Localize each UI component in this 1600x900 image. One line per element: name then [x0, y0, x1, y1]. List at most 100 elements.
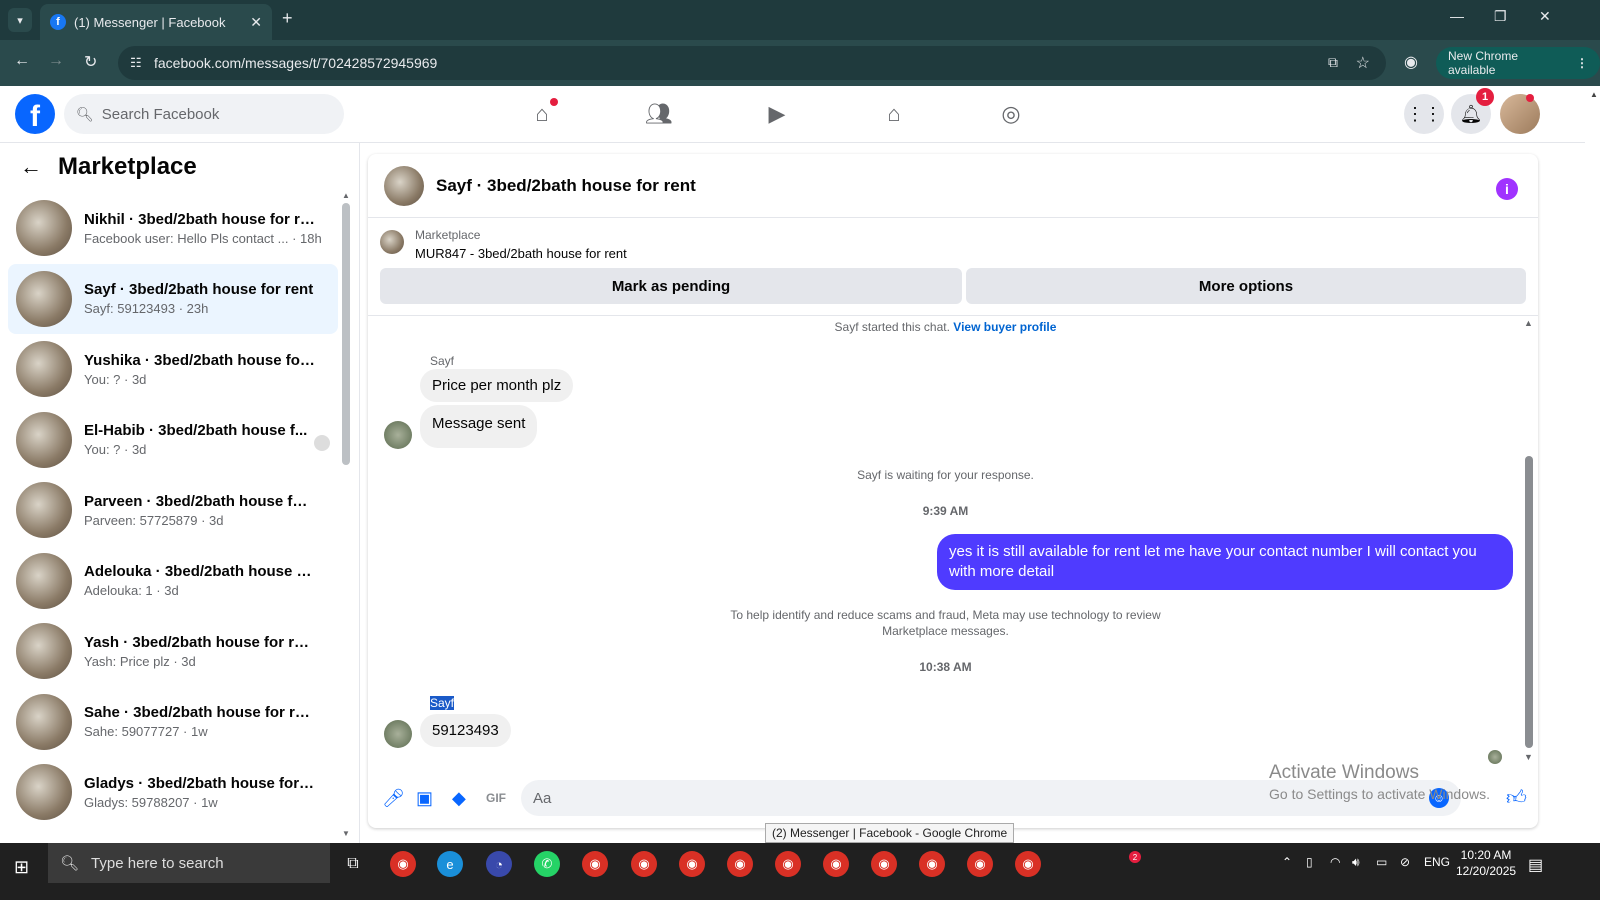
photo-icon[interactable]: ▣: [416, 788, 433, 809]
microphone-icon[interactable]: 🎤︎: [382, 788, 405, 809]
conversation-item[interactable]: Sahe · 3bed/2bath house for rent Sahe: 59…: [8, 687, 338, 758]
conversation-item[interactable]: Parveen · 3bed/2bath house for ... Parvee…: [8, 475, 338, 546]
whatsapp-icon[interactable]: ✆: [534, 851, 560, 877]
page-scroll-up-icon[interactable]: ▲: [1590, 90, 1598, 99]
conversation-snippet: Adelouka: 1 · 3d: [84, 583, 179, 599]
language-indicator[interactable]: ENG: [1424, 855, 1450, 869]
listing-thumbnail: [16, 482, 72, 539]
chrome-app-icon[interactable]: ◉: [727, 851, 753, 877]
chrome-app-icon[interactable]: ◉: [871, 851, 897, 877]
window-close-icon[interactable]: ✕: [1539, 8, 1551, 25]
marketplace-icon[interactable]: ⌂: [880, 100, 908, 128]
chat-title[interactable]: Sayf · 3bed/2bath house for rent: [436, 176, 696, 196]
volume-icon[interactable]: 🔊︎: [1352, 855, 1360, 870]
conversation-item-selected[interactable]: Sayf · 3bed/2bath house for rent Sayf: 59…: [8, 263, 338, 334]
windows-start-icon[interactable]: ⊞: [14, 857, 29, 878]
notification-center-icon[interactable]: ▤: [1528, 855, 1543, 875]
incoming-message[interactable]: Message sent: [420, 405, 538, 448]
wifi-off-icon[interactable]: ⊘: [1400, 855, 1410, 869]
conversation-item[interactable]: Gladys · 3bed/2bath house for r... Gladys…: [8, 757, 338, 828]
tab-search-icon[interactable]: ▾: [8, 8, 32, 32]
tray-device-icon[interactable]: ▯: [1306, 855, 1313, 869]
back-icon[interactable]: ←: [14, 52, 30, 70]
back-arrow-icon[interactable]: ←: [20, 154, 42, 180]
like-thumb-icon[interactable]: 👍︎: [1506, 786, 1527, 810]
omnibox[interactable]: ☷ facebook.com/messages/t/70242857294596…: [118, 46, 1386, 80]
account-notification-dot: [1526, 94, 1534, 102]
chrome-app-icon[interactable]: ◉: [631, 851, 657, 877]
facebook-favicon-icon: f: [50, 14, 66, 30]
new-tab-icon[interactable]: +: [282, 8, 293, 29]
restore-icon[interactable]: ❐: [1494, 8, 1507, 25]
edge-app-icon[interactable]: e: [437, 851, 463, 877]
incoming-message[interactable]: 59123493: [420, 714, 511, 747]
chrome-app-icon[interactable]: ◉: [775, 851, 801, 877]
taskbar-search-placeholder: Type here to search: [91, 854, 224, 872]
minimize-icon[interactable]: —: [1450, 8, 1464, 24]
groups-icon[interactable]: ◎: [997, 100, 1025, 128]
chrome-menu-icon[interactable]: ⋮: [1576, 56, 1588, 70]
conversation-item[interactable]: El-Habib · 3bed/2bath house f... You: ? ·…: [8, 405, 338, 476]
list-scroll-up-icon[interactable]: ▲: [342, 191, 350, 200]
conversation-item[interactable]: Adelouka · 3bed/2bath house fo... Adelouk…: [8, 546, 338, 617]
scam-notice-line1: To help identify and reduce scams and fr…: [730, 608, 1161, 622]
new-chrome-label: New Chrome available: [1448, 49, 1519, 77]
new-chrome-button[interactable]: New Chrome available ⋮: [1436, 47, 1600, 79]
timestamp: 9:39 AM: [922, 504, 969, 518]
install-app-icon[interactable]: ⧉: [1328, 54, 1338, 71]
chrome-app-icon[interactable]: ◉: [390, 851, 416, 877]
conversation-name: Nikhil · 3bed/2bath house for rent: [84, 210, 316, 228]
thread-scroll-up-icon[interactable]: ▲: [1524, 318, 1533, 328]
battery-icon[interactable]: ▭: [1376, 855, 1387, 869]
menu-grid-icon[interactable]: ⋮⋮: [1404, 94, 1444, 134]
incoming-message[interactable]: Price per month plz: [420, 369, 574, 402]
conversation-snippet: Facebook user: Hello Pls contact ... · 1…: [84, 230, 322, 246]
list-scroll-down-icon[interactable]: ▼: [342, 829, 350, 838]
chrome-app-icon[interactable]: ◉: [582, 851, 608, 877]
outgoing-message[interactable]: yes it is still available for rent let m…: [937, 534, 1513, 590]
thread-scrollbar[interactable]: [1525, 456, 1533, 748]
more-options-button[interactable]: More options: [966, 268, 1526, 304]
sticker-icon[interactable]: ◆: [452, 788, 466, 809]
gif-icon[interactable]: GIF: [486, 791, 506, 805]
chrome-app-icon-active[interactable]: ◉: [919, 851, 945, 877]
search-input[interactable]: 🔍︎ Search Facebook: [64, 94, 344, 134]
bookmark-star-icon[interactable]: ☆: [1356, 53, 1370, 73]
thread-scroll-down-icon[interactable]: ▼: [1524, 752, 1533, 762]
account-avatar[interactable]: [1500, 94, 1540, 134]
tray-overflow-icon[interactable]: ⌃: [1282, 855, 1292, 869]
sender-avatar[interactable]: [384, 421, 412, 449]
friends-icon[interactable]: 👥︎: [645, 100, 673, 128]
chrome-app-icon[interactable]: ◉: [679, 851, 705, 877]
taskbar-clock[interactable]: 10:20 AM 12/20/2025: [1456, 847, 1516, 879]
conversation-item[interactable]: Nikhil · 3bed/2bath house for rent Facebo…: [8, 193, 338, 264]
list-scrollbar[interactable]: [342, 203, 350, 465]
taskbar-search-input[interactable]: 🔍︎ Type here to search: [48, 843, 330, 883]
conversation-item[interactable]: Yushika · 3bed/2bath house for ... You: ?…: [8, 334, 338, 405]
browser-tab[interactable]: f (1) Messenger | Facebook ✕: [40, 4, 272, 40]
close-tab-icon[interactable]: ✕: [250, 14, 262, 31]
chrome-app-icon[interactable]: ◉: [1015, 851, 1041, 877]
listing-thumbnail: [16, 411, 72, 468]
view-buyer-profile-link[interactable]: View buyer profile: [953, 320, 1056, 334]
app-icon[interactable]: ◔: [486, 851, 512, 877]
chrome-profile-icon[interactable]: ◉: [1404, 52, 1418, 72]
listing-title[interactable]: MUR847 - 3bed/2bath house for rent: [415, 246, 627, 261]
mark-as-pending-button[interactable]: Mark as pending: [380, 268, 962, 304]
chrome-app-icon[interactable]: ◉: [967, 851, 993, 877]
video-icon[interactable]: ▶: [763, 100, 791, 128]
watermark-line1: Activate Windows: [1269, 762, 1419, 783]
conversation-info-icon[interactable]: i: [1496, 178, 1518, 200]
task-view-icon[interactable]: ⧉: [340, 851, 366, 877]
forward-icon[interactable]: →: [48, 52, 64, 70]
chat-listing-thumbnail[interactable]: [384, 165, 424, 206]
clock-date: 12/20/2025: [1456, 864, 1517, 878]
site-info-icon[interactable]: ☷: [130, 55, 142, 71]
network-icon[interactable]: ◠: [1330, 855, 1340, 869]
chrome-app-icon[interactable]: ◉: [823, 851, 849, 877]
sender-avatar[interactable]: [384, 720, 412, 748]
reload-icon[interactable]: ↻: [84, 52, 97, 72]
conversation-item[interactable]: Yash · 3bed/2bath house for rent Yash: Pr…: [8, 616, 338, 687]
facebook-logo-icon[interactable]: f: [15, 94, 55, 134]
url-text: facebook.com/messages/t/702428572945969: [154, 55, 438, 71]
